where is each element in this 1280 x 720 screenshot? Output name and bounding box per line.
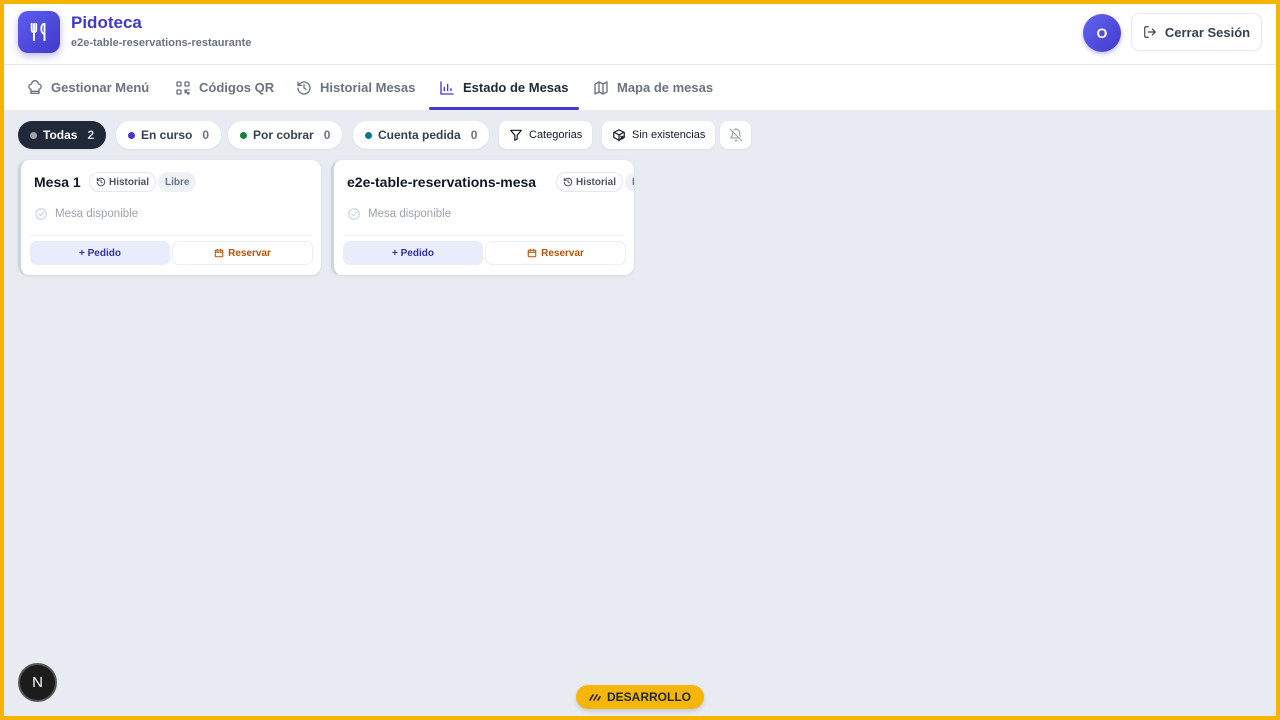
new-order-button[interactable]: + Pedido — [30, 241, 170, 265]
history-icon — [563, 177, 573, 187]
filter-cuenta-pedida[interactable]: Cuenta pedida 0 — [353, 121, 490, 149]
fork-knife-icon — [28, 21, 50, 43]
filter-label: Cuenta pedida — [378, 128, 461, 142]
status-dot — [128, 131, 135, 139]
environment-badge: DESARROLLO — [576, 685, 704, 709]
bar-chart-icon — [439, 80, 455, 96]
status-dot — [30, 131, 37, 139]
app-frame: Pidoteca e2e-table-reservations-restaura… — [4, 4, 1276, 716]
filter-todas[interactable]: Todas 2 — [18, 121, 107, 149]
tab-mapa-de-mesas[interactable]: Mapa de mesas — [583, 65, 723, 110]
filter-por-cobrar[interactable]: Por cobrar 0 — [228, 121, 343, 149]
check-circle-icon — [34, 207, 48, 221]
table-status: Mesa disponible — [34, 207, 138, 221]
environment-label: DESARROLLO — [607, 690, 691, 704]
user-avatar[interactable]: O — [1083, 14, 1121, 52]
tab-estado-de-mesas[interactable]: Estado de Mesas — [429, 65, 579, 110]
restaurant-name: e2e-table-reservations-restaurante — [71, 37, 252, 49]
app-logo[interactable] — [18, 11, 60, 53]
tab-label: Estado de Mesas — [463, 80, 569, 95]
filter-count: 0 — [202, 128, 210, 142]
tab-historial-mesas[interactable]: Historial Mesas — [286, 65, 425, 110]
bell-off-icon — [729, 128, 743, 142]
categories-filter-button[interactable]: Categorias — [499, 121, 593, 149]
table-card: e2e-table-reservations-mesa Historial Li… — [331, 160, 634, 275]
status-badge: Libre — [625, 172, 634, 192]
logout-icon — [1143, 25, 1157, 39]
stripes-icon — [589, 692, 601, 702]
divider — [30, 235, 312, 236]
filter-count: 0 — [323, 128, 331, 142]
tab-codigos-qr[interactable]: Códigos QR — [165, 65, 284, 110]
filter-count: 2 — [87, 128, 95, 142]
filter-count: 0 — [470, 128, 478, 142]
tab-gestionar-menu[interactable]: Gestionar Menú — [17, 65, 159, 110]
history-label: Historial — [576, 176, 617, 188]
filter-label: En curso — [141, 128, 193, 142]
logout-button[interactable]: Cerrar Sesión — [1131, 13, 1262, 51]
categories-label: Categorias — [529, 129, 583, 141]
tab-label: Mapa de mesas — [617, 80, 714, 95]
map-icon — [593, 80, 609, 96]
reserve-button[interactable]: Reservar — [172, 241, 313, 265]
status-dot — [365, 131, 372, 139]
qr-code-icon — [175, 80, 191, 96]
tab-label: Gestionar Menú — [51, 80, 150, 95]
table-history-button[interactable]: Historial — [89, 172, 157, 192]
tab-label: Historial Mesas — [320, 80, 416, 95]
reserve-label: Reservar — [541, 247, 584, 259]
status-badge: Libre — [158, 172, 197, 192]
top-header: Pidoteca e2e-table-reservations-restaura… — [4, 4, 1276, 65]
status-text: Mesa disponible — [55, 208, 139, 220]
calendar-icon — [527, 248, 537, 258]
notifications-off-button[interactable] — [720, 121, 751, 149]
history-icon — [96, 177, 106, 187]
out-of-stock-button[interactable]: Sin existencias — [602, 121, 716, 149]
filter-label: Todas — [43, 128, 78, 142]
table-name: Mesa 1 — [34, 174, 81, 190]
filter-label: Por cobrar — [253, 128, 314, 142]
history-icon — [296, 80, 312, 96]
nextjs-dev-indicator[interactable]: N — [18, 663, 57, 702]
tab-label: Códigos QR — [199, 80, 275, 95]
package-x-icon — [612, 128, 626, 142]
table-status: Mesa disponible — [347, 207, 451, 221]
table-history-button[interactable]: Historial — [556, 172, 624, 192]
status-text: Mesa disponible — [368, 208, 452, 220]
check-circle-icon — [347, 207, 361, 221]
out-of-stock-label: Sin existencias — [632, 129, 706, 141]
new-order-button[interactable]: + Pedido — [343, 241, 483, 265]
filter-en-curso[interactable]: En curso 0 — [116, 121, 222, 149]
reserve-label: Reservar — [228, 247, 271, 259]
chef-hat-icon — [27, 79, 43, 96]
app-title: Pidoteca — [71, 13, 142, 32]
status-dot — [240, 131, 247, 139]
filter-icon — [509, 128, 523, 142]
history-label: Historial — [109, 176, 150, 188]
reserve-button[interactable]: Reservar — [485, 241, 626, 265]
main-tabs: Gestionar Menú Códigos QR Historial Mesa… — [4, 65, 1276, 110]
logout-label: Cerrar Sesión — [1164, 24, 1251, 40]
table-name: e2e-table-reservations-mesa — [347, 174, 537, 190]
table-card: Mesa 1 Historial Libre Mesa disponible +… — [18, 160, 321, 275]
calendar-icon — [214, 248, 224, 258]
divider — [343, 235, 625, 236]
